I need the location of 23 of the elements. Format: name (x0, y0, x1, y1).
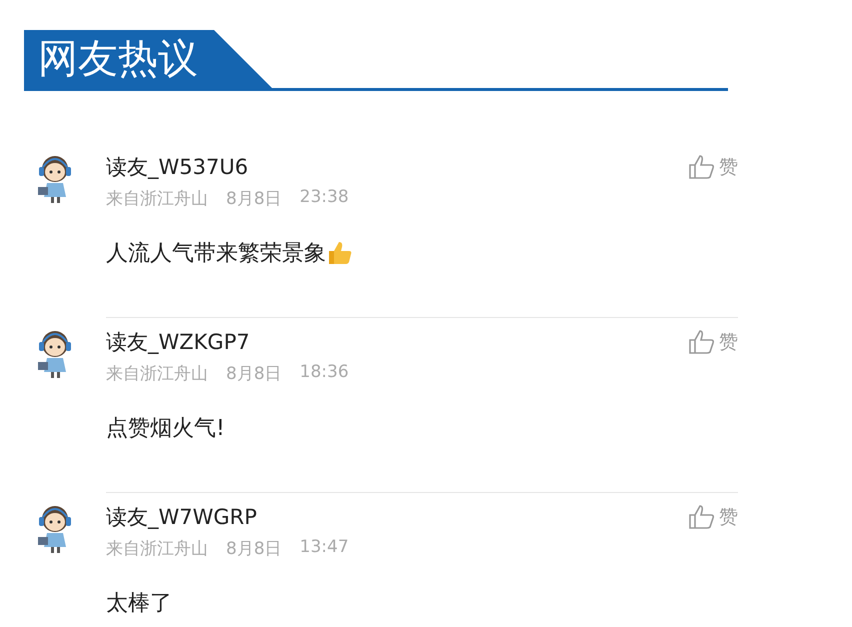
comment-text: 太棒了 (106, 590, 172, 618)
like-button[interactable]: 赞 (689, 329, 738, 355)
username: 读友_W537U6 (106, 154, 248, 181)
username: 读友_W7WGRP (106, 504, 257, 531)
comment-time: 23:38 (300, 187, 349, 209)
location: 来自浙江舟山 (106, 188, 208, 210)
comment-time: 18:36 (300, 362, 349, 384)
thumbs-up-icon (689, 505, 715, 529)
comment-text: 点赞烟火气! (106, 415, 225, 443)
username: 读友_WZKGP7 (106, 329, 250, 356)
location: 来自浙江舟山 (106, 363, 208, 385)
thumbs-up-emoji-icon (326, 239, 354, 267)
comment-date: 8月8日 (226, 538, 282, 560)
comment-date: 8月8日 (226, 363, 282, 385)
location: 来自浙江舟山 (106, 538, 208, 560)
like-button[interactable]: 赞 (689, 154, 738, 180)
like-button[interactable]: 赞 (689, 504, 738, 530)
comment-date: 8月8日 (226, 188, 282, 210)
section-title: 网友热议 (24, 30, 272, 88)
thumbs-up-icon (689, 155, 715, 179)
comment-time: 13:47 (300, 537, 349, 559)
comment-text: 人流人气带来繁荣景象 (106, 240, 326, 268)
thumbs-up-icon (689, 330, 715, 354)
